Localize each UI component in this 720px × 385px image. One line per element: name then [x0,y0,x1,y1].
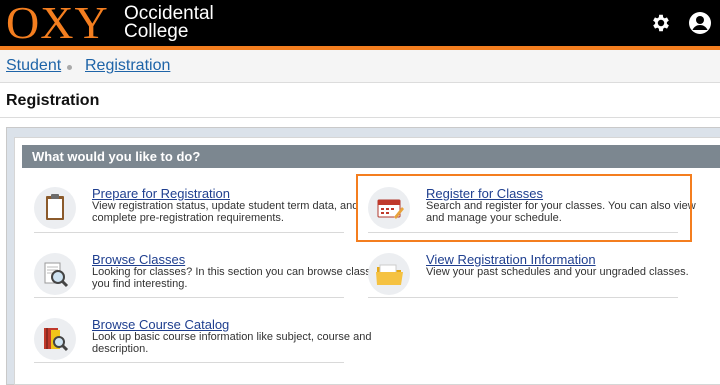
page-title: Registration [6,92,100,109]
clipboard-icon[interactable] [34,187,76,229]
browse-course-catalog-link[interactable]: Browse Course Catalog [92,317,229,332]
divider [34,297,344,298]
breadcrumb-student[interactable]: Student [6,57,61,75]
view-registration-information-desc: View your past schedules and your ungrad… [426,266,689,278]
desc-line: complete pre-registration requirements. [92,212,284,224]
desc-line: description. [92,343,149,355]
desc-line: Looking for classes? In this section you… [92,266,383,278]
divider [34,232,344,233]
logo-line-2: College [124,21,189,42]
logo-college-name[interactable]: Occidental College [124,4,214,42]
top-header: OXY Occidental College [0,0,720,48]
register-highlight-box [356,174,692,242]
gear-icon[interactable] [650,12,672,34]
desc-line: you find interesting. [92,278,188,290]
breadcrumb: Student Registration [0,50,720,83]
user-icon[interactable] [688,11,712,35]
folder-icon[interactable] [368,253,410,295]
catalog-icon[interactable] [34,318,76,360]
breadcrumb-registration[interactable]: Registration [85,57,170,75]
view-registration-information-link[interactable]: View Registration Information [426,252,596,267]
browse-course-catalog-desc: Look up basic course information like su… [92,331,371,355]
browse-classes-link[interactable]: Browse Classes [92,252,185,267]
logo-mark[interactable]: OXY [6,0,109,48]
divider [368,297,678,298]
magnifier-icon[interactable] [34,253,76,295]
prepare-for-registration-desc: View registration status, update student… [92,200,358,224]
panel-heading: What would you like to do? [22,145,720,168]
desc-line: View your past schedules and your ungrad… [426,266,689,278]
page-title-bar: Registration [0,84,720,118]
desc-line: View registration status, update student… [92,200,359,212]
desc-line: Look up basic course information like su… [92,331,372,343]
divider [34,362,344,363]
browse-classes-desc: Looking for classes? In this section you… [92,266,382,290]
breadcrumb-separator [67,65,72,70]
prepare-for-registration-link[interactable]: Prepare for Registration [92,186,230,201]
